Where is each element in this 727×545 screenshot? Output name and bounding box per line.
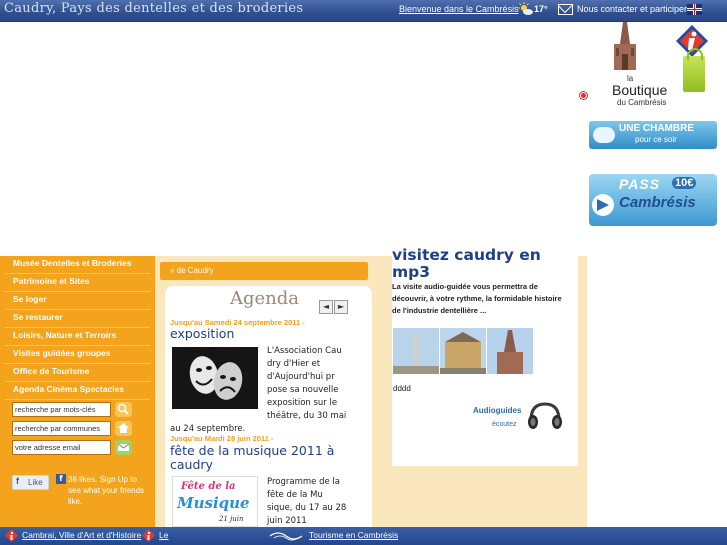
chambre-banner[interactable]: UNE CHAMBRE pour ce soir (589, 121, 717, 149)
cambrai-logo-icon (5, 529, 18, 542)
agenda-prev-button[interactable]: ◄ (319, 300, 333, 314)
boutique-subtitle: du Cambrésis (617, 98, 667, 107)
event-text-line: exposition sur le (267, 398, 338, 408)
audio-guide-title[interactable]: visitez caudry en mp3 (392, 247, 572, 281)
pass-place: Cambrésis (619, 194, 696, 211)
church-picture (614, 22, 636, 70)
caudry-monuments-pictures[interactable] (393, 328, 533, 374)
nav-item-musee[interactable]: Musée Dentelles et Broderies (5, 256, 150, 274)
footer-link-cambrai[interactable]: Cambrai, Ville d'Art et d'Histoire (22, 530, 141, 540)
event-text-line: L'Association Cau (267, 346, 342, 356)
breadcrumb-text: » de Caudry (170, 266, 214, 275)
agenda-title: Agenda (230, 288, 300, 309)
ecoutez-link[interactable]: écoutez (492, 421, 517, 428)
event-text-line: pose sa nouvelle (267, 385, 339, 395)
home-icon[interactable] (115, 421, 132, 436)
nav-item-label: Visites guidées groupes (13, 348, 111, 358)
facebook-like-button[interactable]: Like (12, 475, 49, 490)
audio-guide-description: La visite audio-guidée vous permettra de… (392, 282, 562, 315)
nav-item-office[interactable]: Office de Tourisme (5, 364, 150, 382)
event-text-line: théâtre, du 30 mai (267, 411, 347, 421)
musique-img-line2: Musique (177, 494, 250, 512)
nav-item-label: Se restaurer (13, 312, 63, 322)
uk-flag-icon[interactable] (687, 4, 702, 15)
headphones-icon[interactable] (525, 400, 565, 432)
event-text-line: d'Aujourd'hui pr (267, 372, 335, 382)
event-text-line: fête de la Mu (267, 490, 323, 500)
site-title: Caudry, Pays des dentelles et des broder… (4, 1, 304, 16)
event-date: Jusqu'au Mardi 28 juin 2011 - (170, 434, 274, 443)
top-bar: Caudry, Pays des dentelles et des broder… (0, 0, 727, 22)
footer-link-le[interactable]: Le (159, 530, 168, 540)
arrow-right-icon (592, 194, 614, 216)
musique-img-line1: Fête de la (181, 481, 236, 492)
cambrai-logo-icon (142, 529, 155, 542)
nav-item-label: Musée Dentelles et Broderies (13, 258, 132, 268)
nav-item-visites[interactable]: Visites guidées groupes (5, 346, 150, 364)
nav-item-label: Agenda Cinéma Spectacles (13, 384, 125, 394)
audio-guide-caption: dddd (393, 384, 411, 393)
musique-img-date: 21 juin (219, 515, 244, 523)
mail-icon[interactable] (558, 4, 573, 15)
event-title[interactable]: fête de la musique 2011 à (170, 443, 334, 458)
nav-item-label: Loisirs, Nature et Terroirs (13, 330, 117, 340)
tourisme-wave-icon (269, 532, 303, 541)
bed-icon (593, 127, 615, 143)
nav-item-label: Office de Tourisme (13, 366, 90, 376)
newsletter-email-input[interactable]: votre adresse email (12, 440, 111, 455)
nav-item-label: Se loger (13, 294, 47, 304)
event-title[interactable]: exposition (170, 326, 234, 341)
boutique-title: Boutique (612, 82, 668, 98)
contact-link[interactable]: Nous contacter et participer (577, 4, 687, 14)
pass-label: PASS (619, 176, 661, 192)
weather-sun-cloud-icon (518, 2, 533, 15)
facebook-like-text: 38 likes. Sign Up to see what your frien… (68, 475, 145, 506)
audioguides-label[interactable]: Audioguides (473, 406, 521, 415)
temperature-text: 17° (534, 4, 548, 14)
pass-cambresis-banner[interactable]: PASS 10€ Cambrésis (589, 174, 717, 226)
nav-item-loger[interactable]: Se loger (5, 292, 150, 310)
nav-item-loisirs[interactable]: Loisirs, Nature et Terroirs (5, 328, 150, 346)
red-bullet-icon (580, 92, 587, 99)
pass-price: 10€ (672, 177, 697, 189)
chambre-subtitle: pour ce soir (635, 135, 677, 144)
breadcrumb[interactable]: » de Caudry (160, 262, 368, 280)
event-title-continued[interactable]: caudry (170, 457, 213, 472)
chambre-title: UNE CHAMBRE (619, 123, 694, 134)
commune-search-input[interactable]: recherche par communes (12, 421, 111, 436)
keyword-search-input[interactable]: recherche par mots-clés (12, 402, 111, 417)
welcome-link[interactable]: Bienvenue dans le Cambrésis (399, 4, 519, 14)
event-text-line: sique, du 17 au 28 (267, 503, 347, 513)
nav-item-patrimoine[interactable]: Patrimoine et Sites (5, 274, 150, 292)
theatre-masks-picture (172, 347, 258, 409)
event-text-line: Programme de la (267, 477, 340, 487)
fete-musique-picture: Fête de la Musique 21 juin (172, 476, 258, 527)
event-text-line: dry d'Hier et (267, 359, 321, 369)
facebook-icon: f (56, 474, 66, 484)
search-icon[interactable] (115, 402, 132, 417)
send-email-icon[interactable] (115, 440, 132, 455)
nav-item-restaurer[interactable]: Se restaurer (5, 310, 150, 328)
bottom-bar: Cambrai, Ville d'Art et d'Histoire Le To… (0, 527, 727, 545)
shopping-bag-icon (683, 48, 705, 92)
agenda-next-button[interactable]: ► (334, 300, 348, 314)
nav-item-agenda[interactable]: Agenda Cinéma Spectacles (5, 382, 150, 400)
nav-item-label: Patrimoine et Sites (13, 276, 90, 286)
footer-link-tourisme[interactable]: Tourisme en Cambrésis (309, 530, 398, 540)
